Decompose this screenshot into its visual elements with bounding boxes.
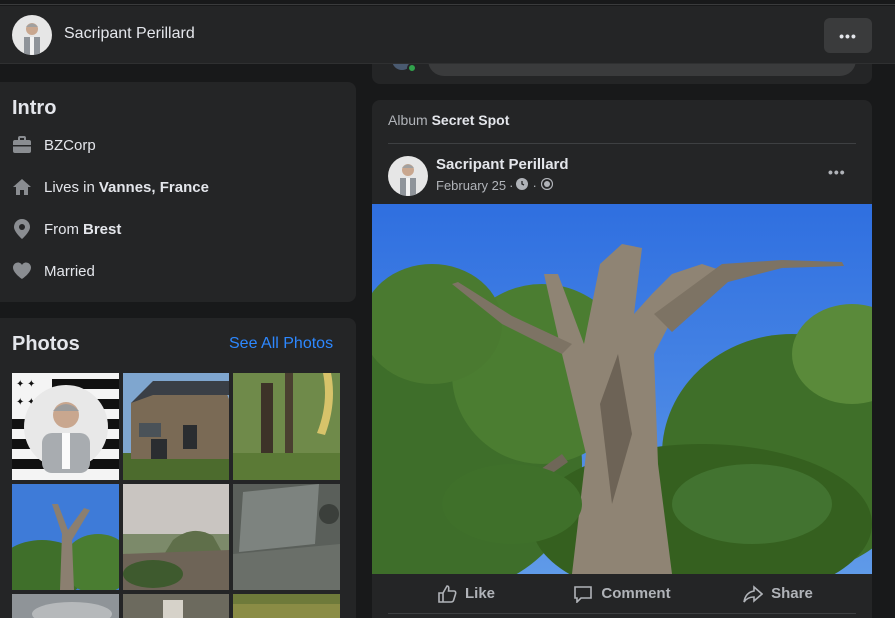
- post-date[interactable]: February 25: [436, 178, 506, 193]
- album-heading: Album Secret Spot: [388, 112, 509, 128]
- post-actions-bar: Like Comment Share: [388, 574, 856, 614]
- share-button[interactable]: Share: [700, 574, 856, 613]
- home-icon: [12, 177, 32, 197]
- from-prefix: From: [44, 220, 79, 238]
- intro-relationship: Married: [12, 260, 95, 282]
- photo-thumb-9[interactable]: [233, 594, 340, 618]
- album-divider: [388, 143, 856, 144]
- from-place[interactable]: Brest: [83, 221, 121, 238]
- photo-thumb-4[interactable]: [12, 484, 119, 590]
- meta-separator-2: ·: [532, 178, 537, 193]
- photo-thumb-7[interactable]: [12, 594, 119, 618]
- photo-thumb-5[interactable]: [123, 484, 229, 590]
- photo-thumb-8[interactable]: [123, 594, 229, 618]
- work-text[interactable]: BZCorp: [44, 137, 96, 154]
- profile-avatar[interactable]: [12, 15, 52, 55]
- clock-icon: [516, 178, 529, 193]
- meta-separator: ·: [509, 178, 514, 193]
- heart-icon: [12, 261, 32, 281]
- comment-button[interactable]: Comment: [544, 574, 700, 613]
- like-button[interactable]: Like: [388, 574, 544, 613]
- photo-thumb-1[interactable]: ✦ ✦ ✦ ✦: [12, 373, 119, 480]
- photo-thumb-6[interactable]: [233, 484, 340, 590]
- photos-title: Photos: [12, 333, 80, 355]
- photos-card: Photos See All Photos ✦ ✦ ✦ ✦: [0, 318, 356, 618]
- like-label: Like: [464, 585, 495, 602]
- post-author-name[interactable]: Sacripant Perillard: [436, 156, 569, 173]
- location-pin-icon: [12, 219, 32, 239]
- intro-lives: Lives in Vannes, France: [12, 176, 209, 198]
- album-prefix: Album: [388, 112, 428, 128]
- photo-thumb-3[interactable]: [233, 373, 340, 480]
- profile-name[interactable]: Sacripant Perillard: [64, 25, 195, 43]
- thumbs-up-icon: [438, 584, 457, 603]
- lives-place[interactable]: Vannes, France: [99, 179, 209, 196]
- post-meta: February 25 · ·: [436, 177, 553, 193]
- see-all-photos-link[interactable]: See All Photos: [229, 335, 333, 353]
- share-label: Share: [771, 585, 813, 602]
- more-icon: •••: [839, 27, 857, 44]
- share-icon: [743, 584, 764, 603]
- post-more-options-icon[interactable]: •••: [828, 164, 846, 180]
- lives-prefix: Lives in: [44, 178, 95, 196]
- profile-header: Sacripant Perillard •••: [0, 6, 895, 64]
- top-border: [0, 0, 895, 5]
- intro-card: Intro BZCorp Lives in Vannes, France Fro…: [0, 82, 356, 302]
- more-options-button[interactable]: •••: [824, 18, 872, 53]
- post-author-avatar[interactable]: [388, 156, 428, 196]
- intro-from: From Brest: [12, 218, 121, 240]
- intro-title: Intro: [12, 97, 57, 119]
- post-photo[interactable]: [372, 204, 872, 574]
- globe-icon[interactable]: [540, 177, 553, 193]
- relationship-text: Married: [44, 262, 95, 280]
- svg-text:✦ ✦: ✦ ✦: [16, 379, 36, 390]
- intro-work: BZCorp: [12, 134, 96, 156]
- comment-label: Comment: [601, 585, 671, 602]
- post-card: Album Secret Spot Sacripant Perillard Fe…: [372, 100, 872, 618]
- briefcase-icon: [12, 135, 32, 155]
- photo-thumb-2[interactable]: [123, 373, 229, 480]
- comment-icon: [574, 585, 593, 603]
- album-name[interactable]: Secret Spot: [432, 112, 510, 128]
